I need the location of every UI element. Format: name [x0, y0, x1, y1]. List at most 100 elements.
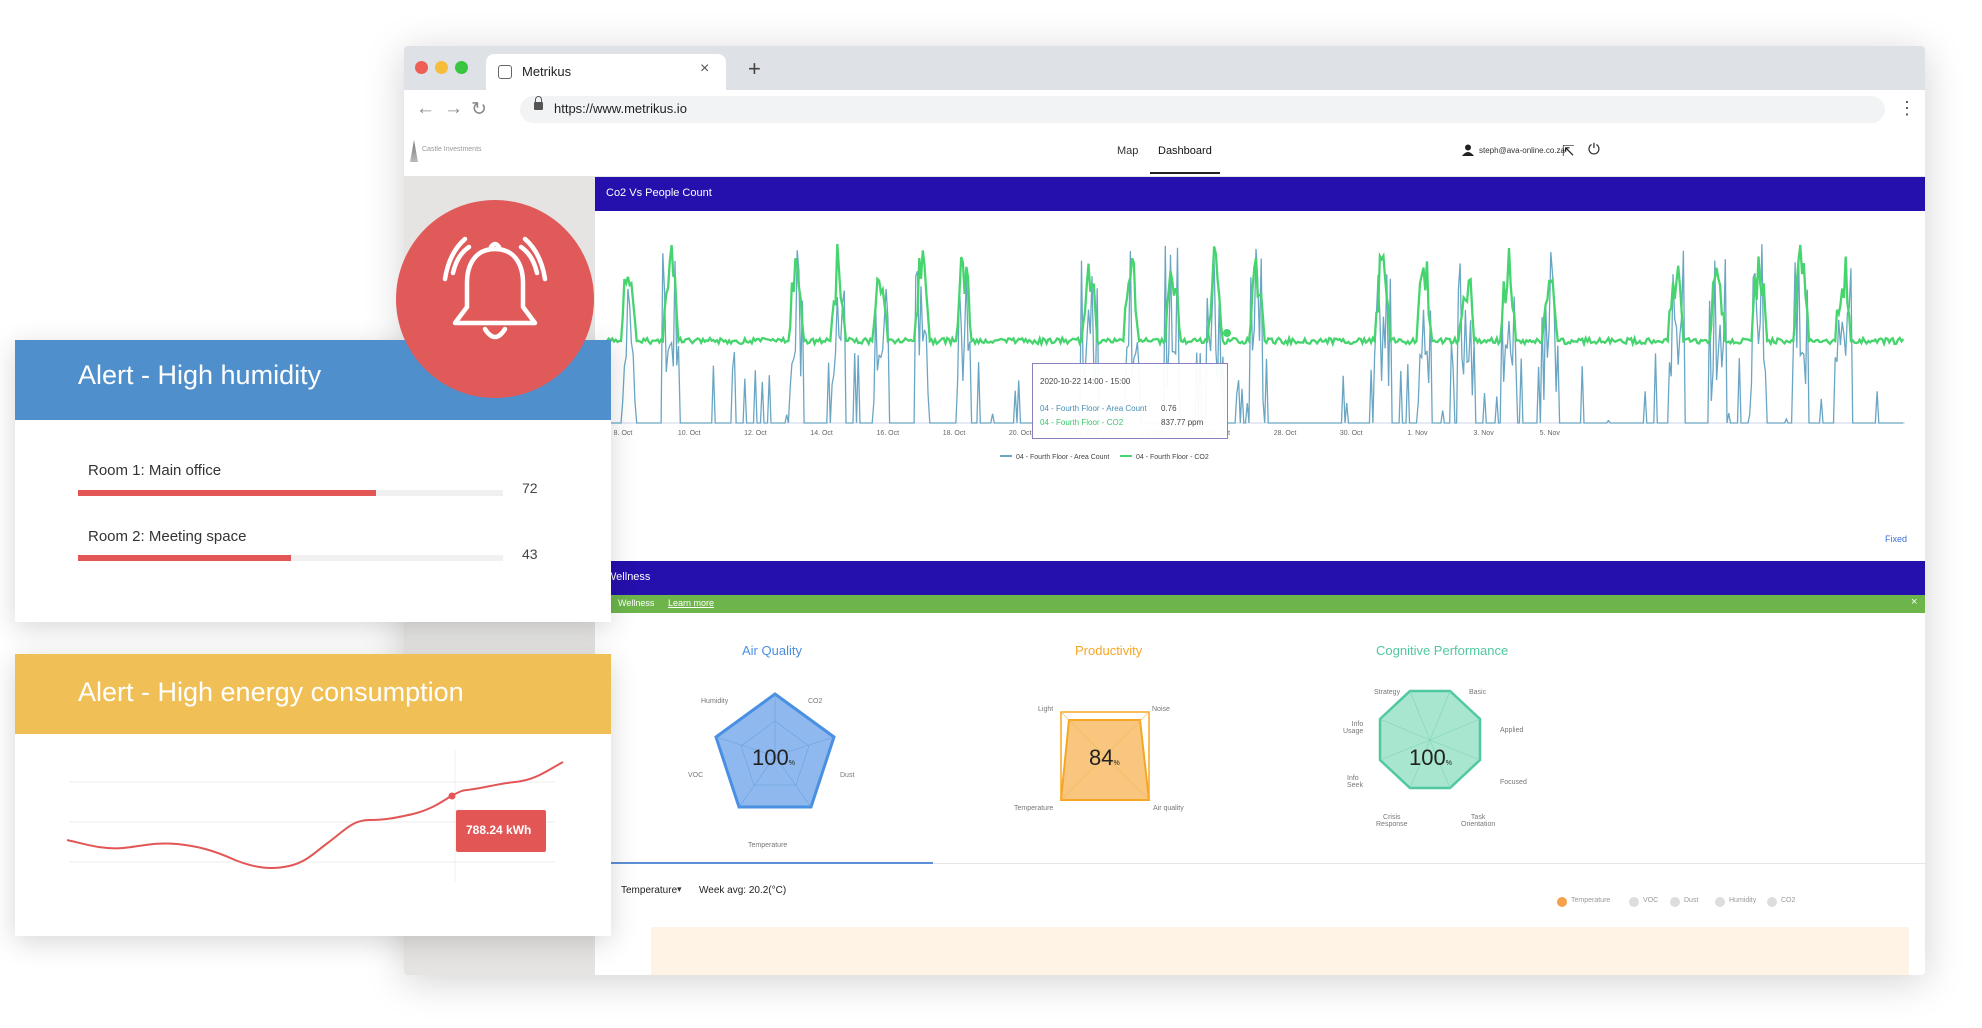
url-text: https://www.metrikus.io — [554, 101, 687, 116]
cognitive-score: 100% — [1409, 745, 1452, 771]
nav-tab-dashboard[interactable]: Dashboard — [1158, 145, 1212, 157]
radar-label-voc: VOC — [688, 772, 703, 779]
humidity-alert-title: Alert - High humidity — [78, 360, 321, 391]
room-humidity-fill — [78, 490, 376, 496]
x-tick-label: 14. Oct — [810, 430, 833, 437]
user-email[interactable]: steph@ava-online.co.za — [1479, 146, 1565, 155]
browser-tab-bar: Metrikus × + — [404, 46, 1925, 90]
app-header: Castle Investments Map Dashboard steph@a… — [404, 130, 1925, 177]
favicon-icon — [498, 65, 512, 79]
learn-more-link[interactable]: Learn more — [668, 598, 714, 608]
radar-label-temperature: Temperature — [748, 842, 787, 849]
room-humidity-value: 72 — [522, 480, 538, 496]
energy-alert-title: Alert - High energy consumption — [78, 676, 498, 709]
wellness-header: Wellness — [595, 561, 1925, 595]
radar-label-applied: Applied — [1500, 727, 1523, 734]
tab-close-icon[interactable]: × — [700, 60, 709, 78]
tooltip-co2-value: 837.77 ppm — [1161, 418, 1203, 427]
forward-arrow-icon[interactable]: → — [444, 98, 463, 120]
room-humidity-bar — [78, 555, 503, 561]
legend-temperature[interactable]: Temperature — [1571, 897, 1610, 904]
legend-dot-voc[interactable] — [1629, 897, 1639, 907]
cognitive-score-unit: % — [1446, 760, 1452, 767]
fixed-toggle[interactable]: Fixed — [1885, 534, 1907, 544]
x-axis: 8. Oct10. Oct12. Oct14. Oct16. Oct18. Oc… — [607, 423, 1905, 437]
metric-select[interactable]: Temperature ▾ — [609, 881, 691, 903]
maximize-window-button[interactable] — [455, 61, 468, 74]
legend-voc[interactable]: VOC — [1643, 897, 1658, 904]
energy-highlight-point — [449, 793, 456, 800]
legend-humidity[interactable]: Humidity — [1729, 897, 1756, 904]
energy-alert-header: Alert - High energy consumption — [15, 654, 611, 734]
reload-icon[interactable]: ↻ — [471, 98, 487, 121]
tab-title: Metrikus — [522, 64, 571, 79]
banner-close-icon[interactable]: × — [1911, 596, 1917, 608]
radar-label-light: Light — [1038, 706, 1053, 713]
x-tick-label: 5. Nov — [1540, 430, 1561, 437]
productivity-score: 84% — [1089, 745, 1120, 771]
radar-label-task: Task Orientation — [1461, 814, 1495, 828]
legend-dot-co2[interactable] — [1767, 897, 1777, 907]
chevron-down-icon: ▾ — [677, 884, 682, 895]
tooltip-date: 2020-10-22 14:00 - 15:00 — [1040, 377, 1130, 386]
browser-menu-icon[interactable]: ⋮ — [1898, 98, 1916, 119]
room-humidity-fill — [78, 555, 291, 561]
tooltip-count-value: 0.76 — [1161, 404, 1177, 413]
close-window-button[interactable] — [415, 61, 428, 74]
legend-dust[interactable]: Dust — [1684, 897, 1698, 904]
wellness-panel: Wellness ★ Wellness Learn more × Air Qua… — [595, 561, 1925, 975]
legend-label: 04 - Fourth Floor - Area Count — [1016, 454, 1109, 461]
browser-tab[interactable]: Metrikus × — [486, 54, 726, 90]
new-tab-button[interactable]: + — [748, 56, 761, 82]
x-tick-label: 12. Oct — [744, 430, 767, 437]
metric-select-value: Temperature — [621, 885, 677, 896]
productivity-title: Productivity — [1075, 643, 1142, 658]
wellness-banner-text: Wellness — [618, 598, 654, 608]
radar-label-temperature-prod: Temperature — [1014, 805, 1053, 812]
bell-icon — [439, 235, 551, 353]
share-icon[interactable]: ⇱ — [1562, 142, 1575, 160]
wellness-title: Wellness — [606, 571, 650, 583]
tooltip-count-label: 04 - Fourth Floor - Area Count — [1040, 404, 1147, 413]
legend-dot-dust[interactable] — [1670, 897, 1680, 907]
address-toolbar: ← → ↻ https://www.metrikus.io ⋮ — [404, 90, 1925, 131]
radar-label-info-seek: Info Seek — [1347, 775, 1363, 789]
air-quality-score-value: 100 — [752, 745, 789, 770]
legend-dot-temperature[interactable] — [1557, 897, 1567, 907]
co2-chart-panel: Co2 Vs People Count 8. Oct10. Oct12. Oct… — [595, 177, 1925, 553]
x-tick-label: 1. Nov — [1407, 430, 1428, 437]
chart-header: Co2 Vs People Count — [595, 177, 1925, 211]
productivity-score-unit: % — [1113, 760, 1119, 767]
logo-icon — [410, 140, 418, 162]
x-tick-label: 28. Oct — [1274, 430, 1297, 437]
radar-label-noise: Noise — [1152, 706, 1170, 713]
x-tick-label: 3. Nov — [1473, 430, 1494, 437]
lock-icon — [534, 102, 543, 110]
legend-dot-humidity[interactable] — [1715, 897, 1725, 907]
room-humidity-bar — [78, 490, 503, 496]
radar-label-air-quality: Air quality — [1153, 805, 1184, 812]
radar-label-dust: Dust — [840, 772, 854, 779]
logout-icon[interactable]: ⏻ — [1588, 141, 1600, 158]
back-arrow-icon[interactable]: ← — [416, 98, 435, 120]
co2-line-chart[interactable]: 8. Oct10. Oct12. Oct14. Oct16. Oct18. Oc… — [595, 211, 1925, 553]
active-radar-indicator — [597, 862, 933, 864]
energy-value-text: 788.24 kWh — [466, 823, 531, 837]
radar-label-crisis: Crisis Response — [1376, 814, 1408, 828]
minimize-window-button[interactable] — [435, 61, 448, 74]
x-tick-label: 30. Oct — [1340, 430, 1363, 437]
radar-label-humidity: Humidity — [701, 698, 728, 705]
week-average: Week avg: 20.2(°C) — [699, 885, 786, 896]
room-label: Room 1: Main office — [88, 462, 221, 479]
radar-label-co2: CO2 — [808, 698, 822, 705]
address-bar[interactable]: https://www.metrikus.io — [520, 96, 1885, 123]
air-quality-title: Air Quality — [742, 643, 802, 658]
x-tick-label: 10. Oct — [678, 430, 701, 437]
air-quality-score: 100% — [752, 745, 795, 771]
nav-tab-map[interactable]: Map — [1117, 145, 1138, 157]
energy-value-badge: 788.24 kWh — [456, 810, 546, 852]
legend-co2[interactable]: CO2 — [1781, 897, 1795, 904]
active-tab-indicator — [1150, 172, 1220, 174]
room-humidity-value: 43 — [522, 546, 538, 562]
user-icon[interactable] — [1462, 144, 1474, 156]
